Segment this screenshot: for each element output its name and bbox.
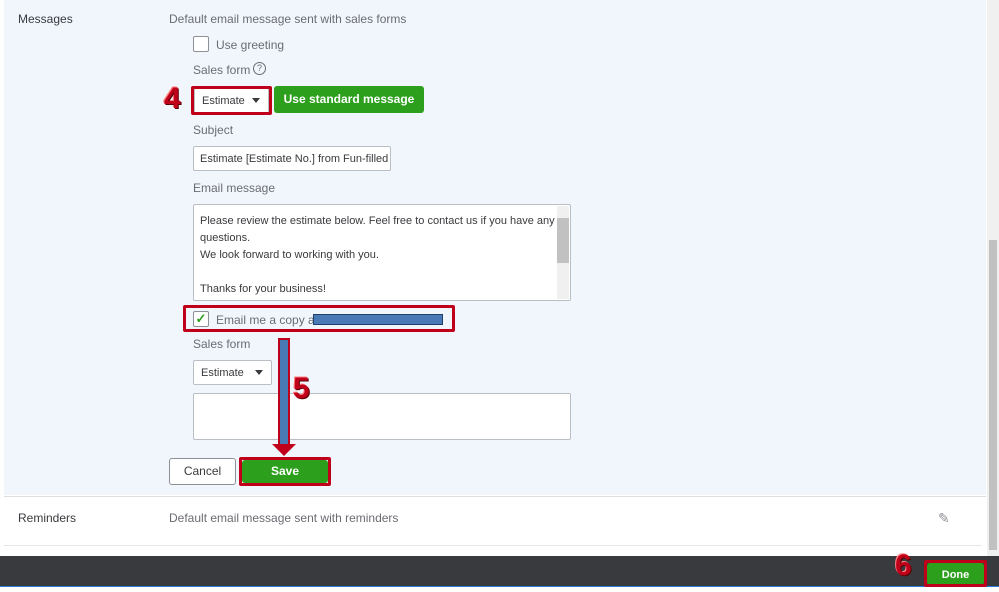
divider — [4, 545, 982, 546]
step-5-highlight — [239, 457, 331, 486]
email-copy-checkbox[interactable]: ✓ — [193, 311, 209, 327]
reminders-section-title: Reminders — [18, 511, 77, 525]
textarea-scrollbar[interactable] — [557, 206, 569, 299]
use-standard-message-button[interactable]: Use standard message — [274, 86, 424, 113]
edit-pencil-icon[interactable]: ✎ — [938, 510, 950, 527]
redacted-email — [313, 314, 443, 325]
step-4-highlight — [191, 86, 272, 115]
message-line: We look forward to working with you. — [200, 249, 379, 261]
email-message-label: Email message — [193, 181, 276, 195]
page-scrollbar[interactable] — [987, 0, 999, 556]
step-4-annotation: 4 — [164, 82, 181, 115]
message-line: questions. — [200, 232, 251, 244]
message-line: Please review the estimate below. Feel f… — [200, 215, 555, 227]
chevron-down-icon — [255, 370, 263, 375]
messages-section-title: Messages — [18, 12, 73, 26]
sales-form-label: Sales form — [193, 63, 251, 77]
scroll-thumb[interactable] — [557, 218, 569, 263]
scroll-thumb[interactable] — [989, 240, 997, 550]
messages-description: Default email message sent with sales fo… — [169, 12, 407, 26]
message-line: Thanks for your business! — [200, 283, 326, 295]
step-5-annotation: 5 — [293, 372, 310, 405]
message-line — [200, 264, 564, 281]
subject-input[interactable]: Estimate [Estimate No.] from Fun-filled … — [193, 146, 391, 171]
sales-form2-value: Estimate — [201, 367, 244, 379]
reminders-description: Default email message sent with reminder… — [169, 511, 399, 525]
subject-label: Subject — [193, 123, 234, 137]
use-greeting-label: Use greeting — [216, 38, 285, 52]
sales-form-message-textarea[interactable] — [193, 393, 571, 440]
sales-form2-label: Sales form — [193, 337, 251, 351]
email-message-textarea[interactable]: Please review the estimate below. Feel f… — [193, 204, 571, 301]
arrow-annotation — [278, 338, 290, 446]
divider — [4, 496, 986, 497]
arrow-head — [272, 444, 296, 456]
footer-bar — [0, 556, 999, 586]
use-greeting-checkbox[interactable] — [193, 36, 209, 52]
cancel-button[interactable]: Cancel — [169, 458, 236, 485]
help-icon[interactable]: ? — [253, 62, 266, 75]
step-6-annotation: 6 — [895, 549, 912, 582]
sales-form2-select[interactable]: Estimate — [193, 360, 272, 385]
email-copy-label: Email me a copy at — [216, 313, 319, 327]
background-table-strip — [0, 586, 999, 592]
step-6-highlight — [924, 560, 987, 587]
